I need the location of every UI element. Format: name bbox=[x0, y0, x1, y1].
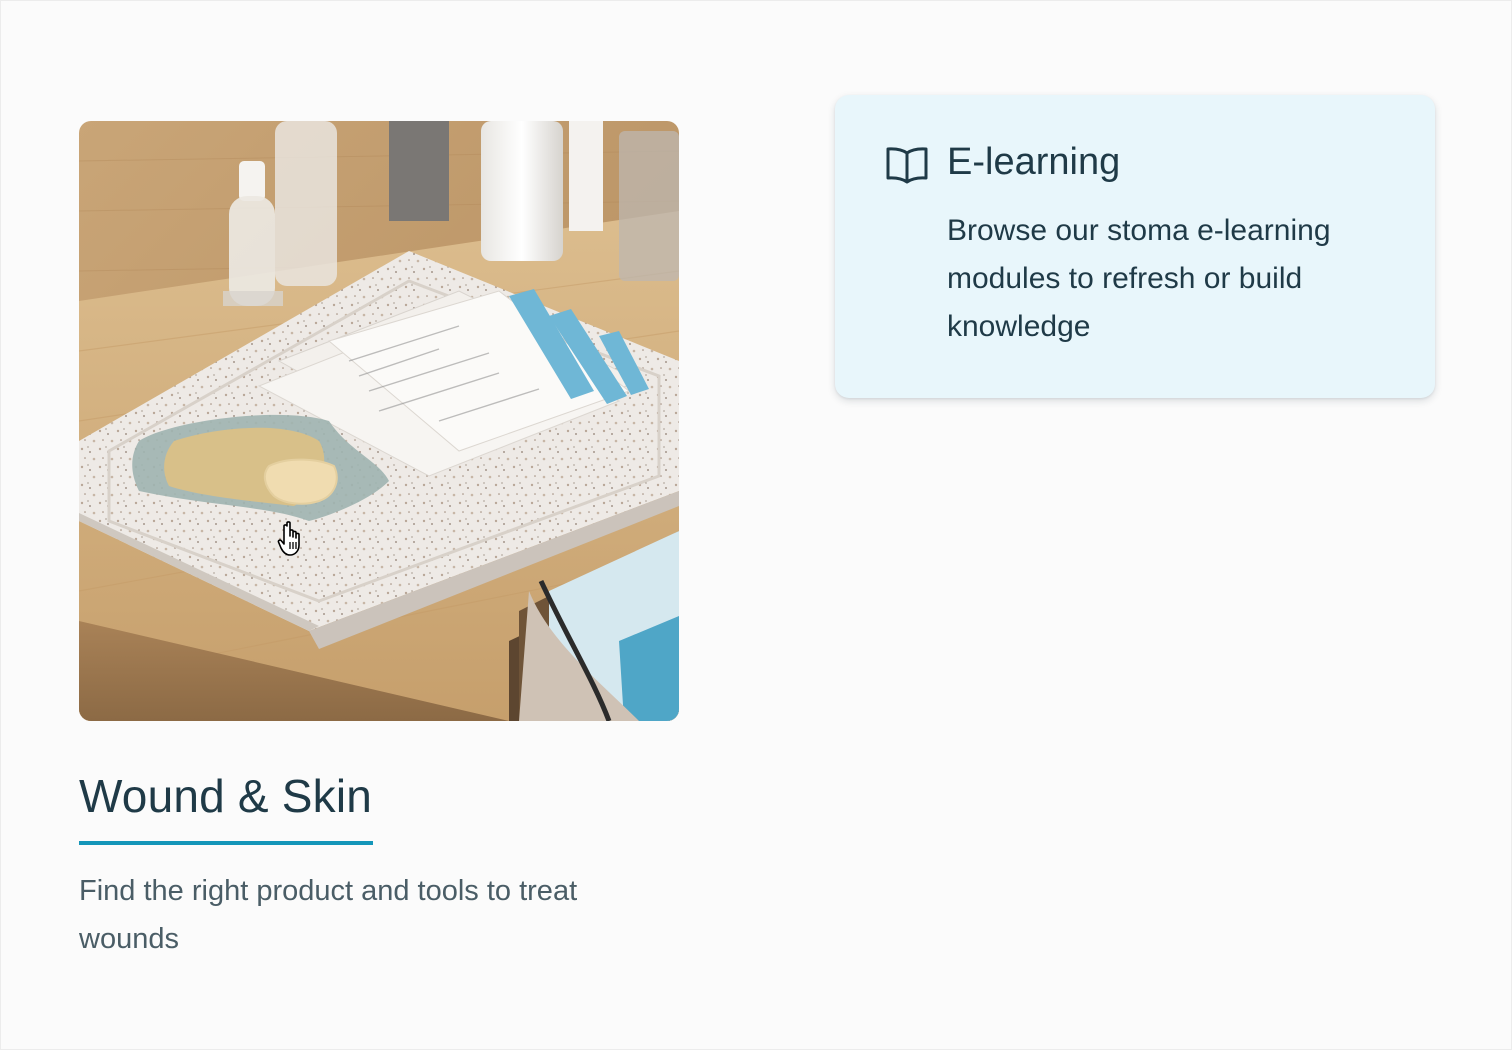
feature-description: Find the right product and tools to trea… bbox=[79, 875, 578, 955]
wound-skin-card[interactable]: Wound & Skin Find the right product and … bbox=[79, 121, 679, 963]
book-icon bbox=[886, 147, 928, 184]
wound-care-products-image[interactable] bbox=[79, 121, 679, 721]
elearning-card[interactable]: E-learning Browse our stoma e-learning m… bbox=[835, 95, 1435, 398]
elearning-title: E-learning bbox=[947, 141, 1121, 183]
title-underline bbox=[79, 841, 373, 845]
feature-title[interactable]: Wound & Skin bbox=[79, 769, 372, 823]
elearning-description: Browse our stoma e-learning modules to r… bbox=[947, 214, 1331, 343]
